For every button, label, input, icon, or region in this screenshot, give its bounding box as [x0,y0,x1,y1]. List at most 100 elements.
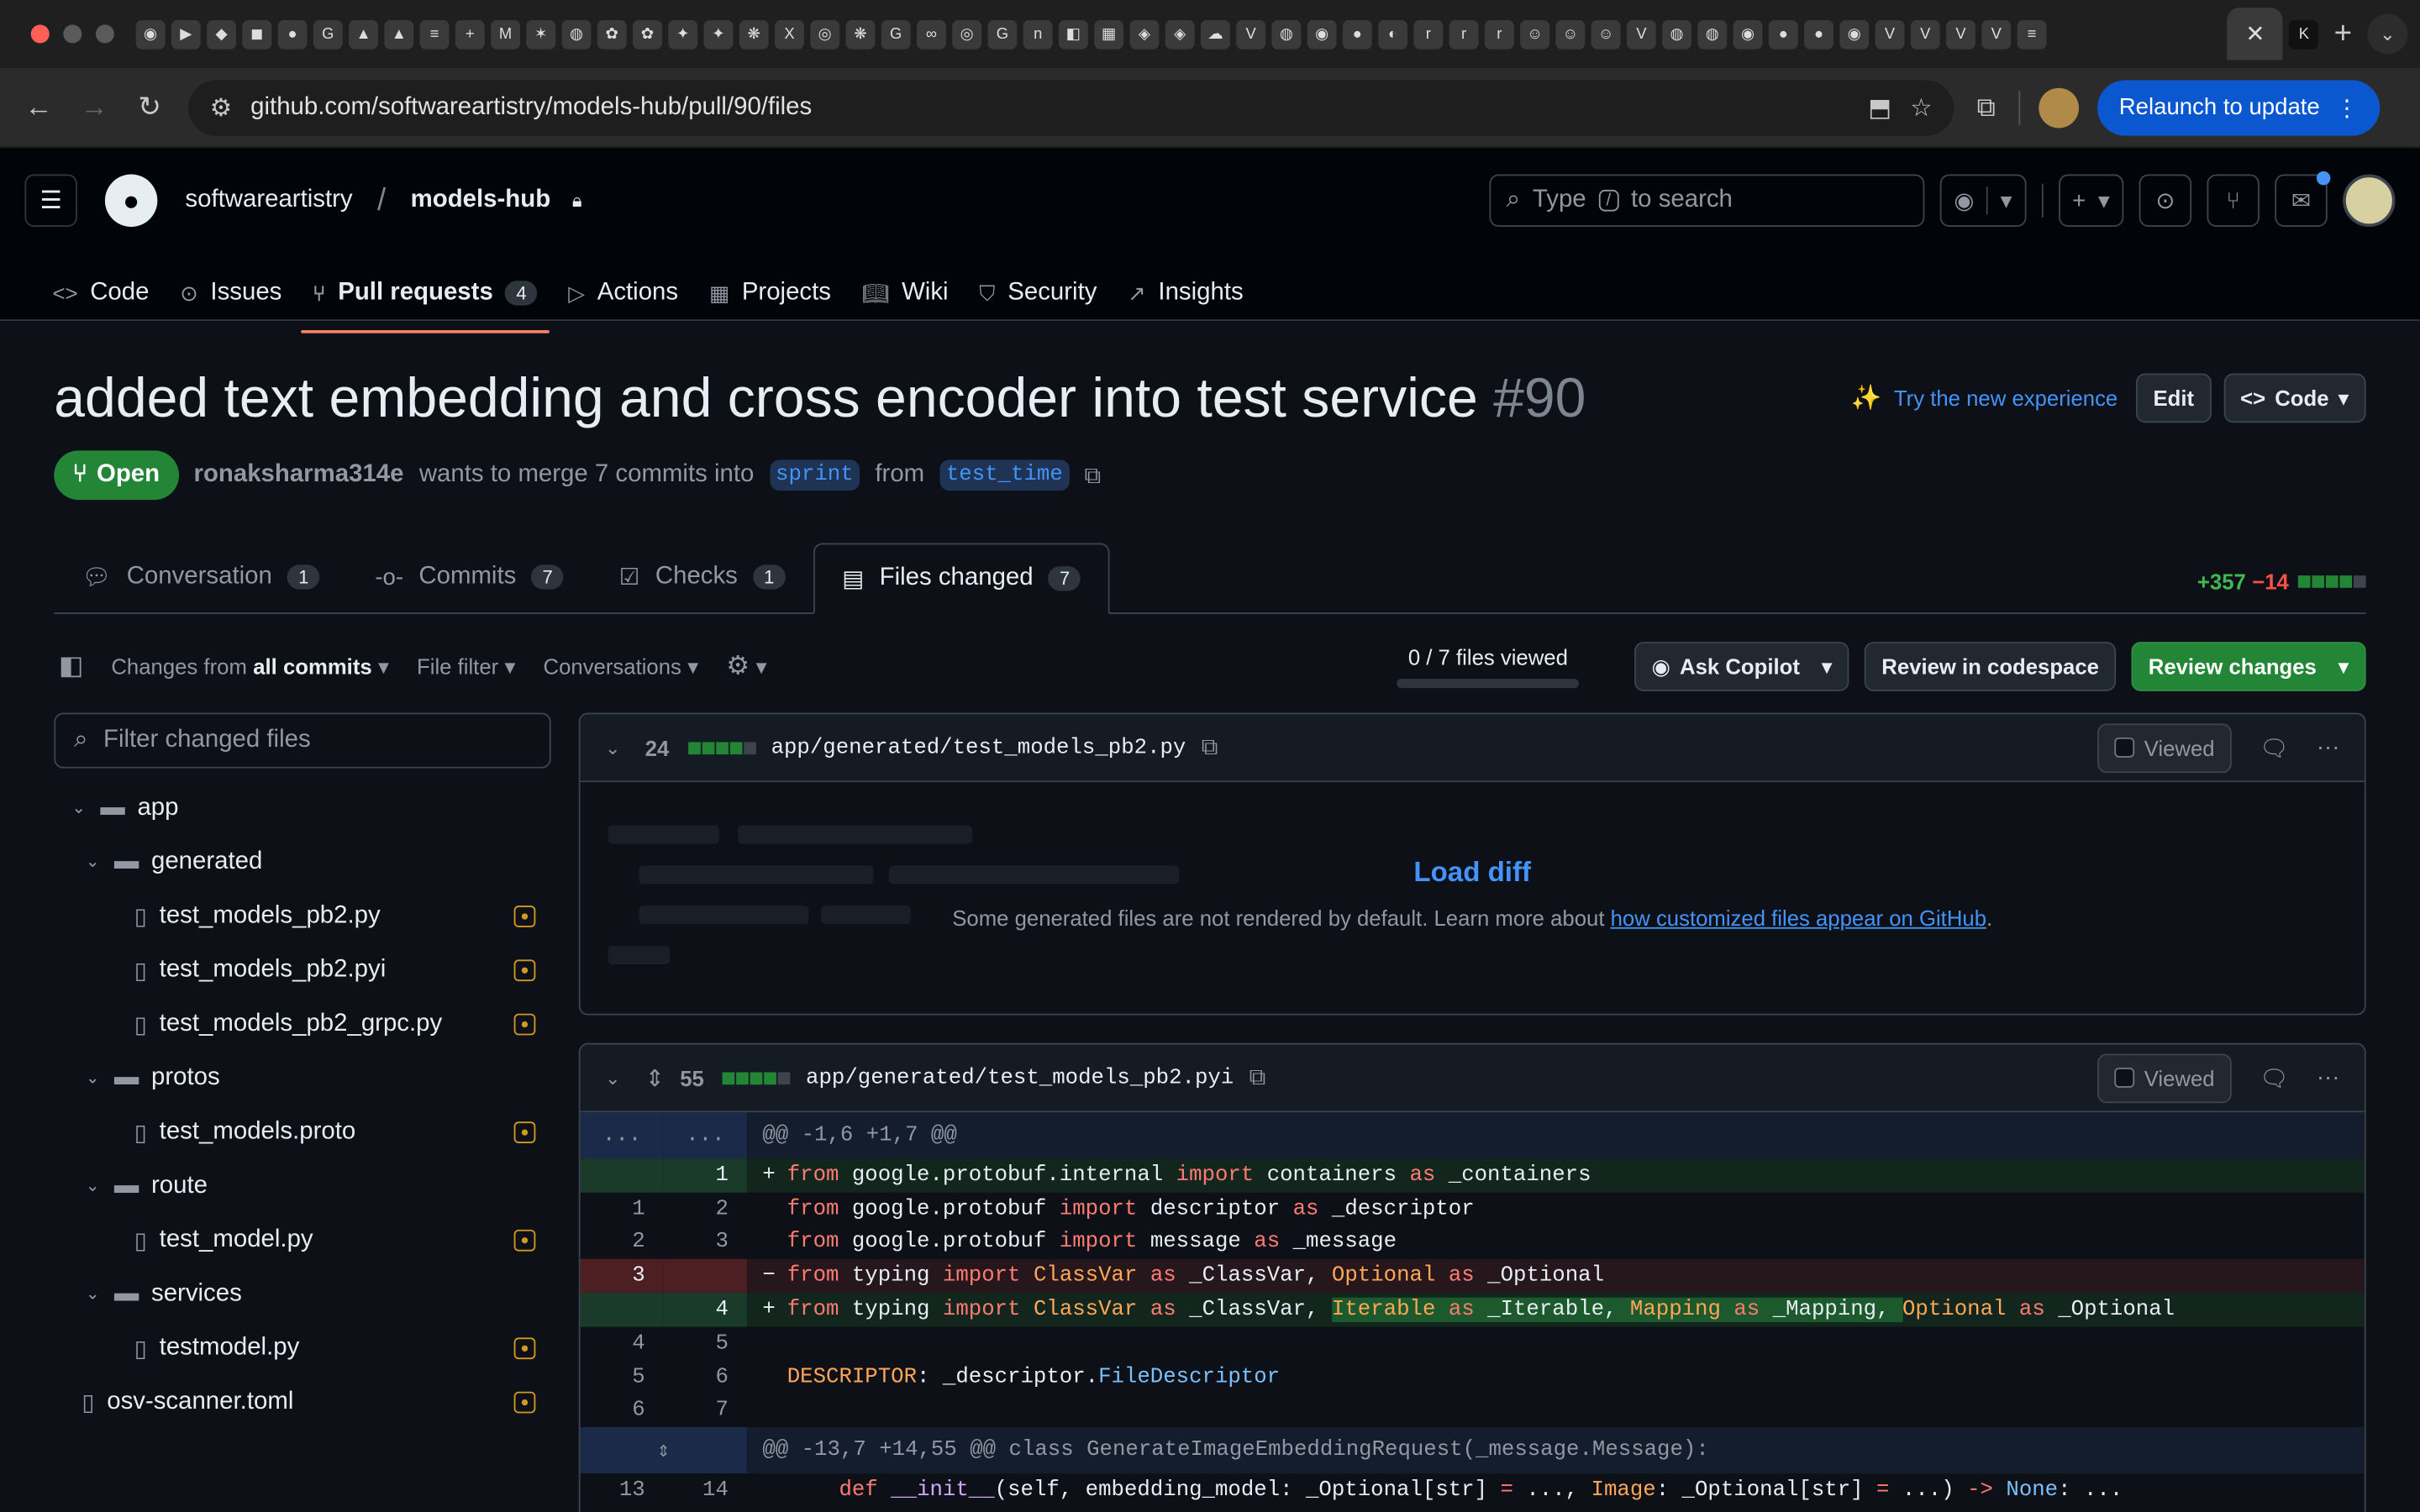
new-line-number[interactable] [663,1259,747,1294]
issues-icon[interactable]: ⊙ [2139,174,2192,227]
old-line-number[interactable] [580,1293,664,1327]
pinned-tab-icon[interactable]: ● [1804,18,1833,49]
chevron-down-icon[interactable]: ⌄ [66,798,91,817]
new-line-number[interactable]: 5 [664,1327,747,1361]
hamburger-menu-icon[interactable]: ☰ [24,174,77,227]
chevron-down-icon[interactable]: ⌄ [81,852,105,872]
repo-tab-security[interactable]: ⛉ Security [967,265,1110,321]
kebab-horizontal-icon[interactable]: ··· [2317,734,2340,760]
pinned-tab-icon[interactable]: ◉ [1307,18,1337,49]
pinned-tab-icon[interactable]: ◍ [1662,18,1692,49]
pinned-tab-icon[interactable]: ≡ [419,18,450,49]
copy-icon[interactable]: ⧉ [1249,1064,1266,1090]
file-path[interactable]: app/generated/test_models_pb2.pyi [806,1065,1234,1089]
tree-file[interactable]: ▯ testmodel.py [54,1320,550,1374]
breadcrumb-owner[interactable]: softwareartistry [185,186,352,214]
repo-tab-issues[interactable]: ⊙ Issues [167,265,294,321]
old-line-number[interactable]: 3 [580,1259,664,1294]
tree-folder[interactable]: ⌄ ▬ services [54,1267,550,1320]
pinned-tab-icon[interactable]: ◈ [1165,18,1195,49]
old-line-number[interactable]: 14 [581,1508,664,1512]
tree-file[interactable]: ▯ test_models.proto [54,1105,550,1158]
checkbox[interactable] [2114,737,2135,758]
pinned-tab-icon[interactable]: V [1236,18,1266,49]
review-in-codespace-button[interactable]: Review in codespace [1865,642,2117,691]
close-icon[interactable]: ✕ [2245,20,2265,48]
old-line-number[interactable]: 2 [581,1226,664,1259]
pinned-tab-icon[interactable]: ◍ [561,18,592,49]
ask-copilot-button[interactable]: ◉ Ask Copilot ▾ [1634,642,1849,691]
conversations-dropdown[interactable]: Conversations ▾ [544,654,699,680]
pinned-tab-icon[interactable]: r [1449,18,1479,49]
pinned-tab-icon[interactable]: ❋ [845,18,876,49]
bookmark-star-icon[interactable]: ☆ [1910,92,1932,123]
tab-conversation[interactable]: 💬︎ Conversation 1 [54,542,347,612]
url-text[interactable]: github.com/softwareartistry/models-hub/p… [250,93,1849,121]
tree-file[interactable]: ▯ test_models_pb2.py [54,889,550,942]
comment-icon[interactable]: 🗨︎ [2260,733,2289,761]
copy-icon[interactable]: ⧉ [1084,462,1101,488]
pinned-tab-icon[interactable]: ◉ [1839,18,1870,49]
new-tab-button[interactable]: + [2334,16,2352,51]
tree-folder[interactable]: ⌄ ▬ protos [54,1051,550,1105]
tree-file[interactable]: ▯ osv-scanner.toml [54,1374,550,1428]
back-icon[interactable]: ← [15,84,61,130]
pinned-tab-icon[interactable]: r [1484,18,1514,49]
chevron-down-icon[interactable]: ⌄ [81,1284,105,1304]
review-changes-button[interactable]: Review changes ▾ [2131,642,2366,691]
settings-dropdown[interactable]: ⚙ ▾ [726,651,766,682]
pinned-tab-icon[interactable]: ● [277,18,308,49]
pinned-tab-icon[interactable]: ◎ [952,18,982,49]
old-line-number[interactable]: 1 [581,1192,664,1226]
pinned-tab-icon[interactable]: V [1875,18,1905,49]
tab-search-button[interactable]: ⌄ [2367,13,2408,55]
pinned-tab-icon[interactable]: V [1981,18,2012,49]
pull-requests-icon[interactable]: ⑂ [2207,174,2260,227]
pinned-tab-icon[interactable]: + [455,18,485,49]
checkbox[interactable] [2114,1067,2135,1088]
pinned-tab-icon[interactable]: ▶ [171,18,201,49]
breadcrumb-repo[interactable]: models-hub [411,186,551,214]
pinned-tab-icon[interactable]: ∞ [916,18,946,49]
pinned-tab-icon[interactable]: ◆ [207,18,237,49]
kebab-horizontal-icon[interactable]: ··· [2317,1064,2340,1090]
edit-button[interactable]: Edit [2136,373,2212,423]
pinned-tab-icon[interactable]: ✶ [526,18,556,49]
expand-icon[interactable]: ⇕ [580,1427,747,1474]
pinned-tab-icon[interactable]: ✿ [597,18,627,49]
pinned-tab-icon[interactable]: ◧ [1058,18,1088,49]
filter-changed-files-input[interactable]: ⌕ Filter changed files [54,712,551,769]
repo-tab-projects[interactable]: ▦ Projects [697,265,844,321]
viewed-checkbox[interactable]: Viewed [2097,722,2232,773]
window-controls[interactable] [30,24,114,44]
chevron-down-icon[interactable]: ⌄ [605,737,629,759]
new-line-number[interactable]: 1 [663,1158,747,1193]
address-bar[interactable]: ⚙ github.com/softwareartistry/models-hub… [188,79,1954,135]
repo-tab-actions[interactable]: ▷ Actions [556,265,691,321]
customized-files-link[interactable]: how customized files appear on GitHub [1611,906,1986,930]
expand-up-button[interactable]: ... [580,1112,664,1159]
repo-tab-wiki[interactable]: 📖︎ Wiki [850,265,960,321]
pinned-tab-icon[interactable]: ✦ [668,18,698,49]
tab-commits[interactable]: -o- Commits 7 [347,542,591,612]
chevron-down-icon[interactable]: ▾ [1986,186,2012,215]
new-line-number[interactable]: 7 [664,1394,747,1428]
pinned-tab-icon[interactable]: G [987,18,1018,49]
pinned-tab-icon[interactable]: ✿ [633,18,662,49]
tree-file[interactable]: ▯ test_models_pb2_grpc.py [54,997,550,1051]
changes-from-dropdown[interactable]: Changes from all commits ▾ [111,654,389,680]
code-dropdown-button[interactable]: <> Code ▾ [2223,373,2366,423]
copilot-button[interactable]: ◉ ▾ [1939,174,2027,227]
tree-folder[interactable]: ⌄ ▬ route [54,1158,550,1212]
reload-icon[interactable]: ↻ [127,84,173,130]
pinned-tab-icon[interactable]: ❋ [739,18,769,49]
try-new-experience-link[interactable]: ✨ Try the new experience [1851,383,2118,414]
install-app-icon[interactable]: ⬒ [1868,92,1891,123]
viewed-checkbox[interactable]: Viewed [2097,1053,2232,1103]
pinned-tab-icon[interactable]: ◍ [1271,18,1302,49]
repo-tab-insights[interactable]: ↗ Insights [1115,265,1255,321]
new-line-number[interactable]: 3 [664,1226,747,1259]
file-path[interactable]: app/generated/test_models_pb2.py [771,735,1186,759]
relaunch-button[interactable]: Relaunch to update ⋮ [2097,79,2381,135]
tree-file[interactable]: ▯ test_model.py [54,1213,550,1267]
